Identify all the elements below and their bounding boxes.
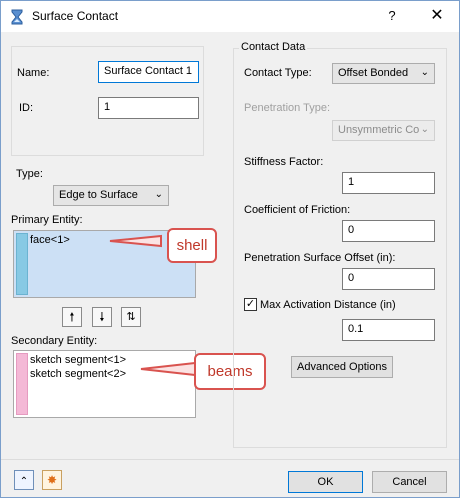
id-label: ID: xyxy=(19,102,34,114)
secondary-color-swatch xyxy=(16,353,28,415)
list-item[interactable]: sketch segment<2> xyxy=(30,367,126,381)
contact-data-title: Contact Data xyxy=(239,41,308,53)
options-button[interactable]: ✸ xyxy=(42,470,62,490)
secondary-entity-label: Secondary Entity: xyxy=(11,335,98,347)
contact-type-value: Offset Bonded xyxy=(338,67,409,79)
sunburst-icon: ✸ xyxy=(46,473,58,487)
beams-callout-arrow xyxy=(140,361,196,377)
window-title: Surface Contact xyxy=(32,9,119,23)
double-chevron-up-icon: ⌃ xyxy=(19,476,29,487)
type-select[interactable]: Edge to Surface ⌄ xyxy=(53,185,169,206)
chevron-down-icon: ⌄ xyxy=(420,67,429,78)
contact-type-label: Contact Type: xyxy=(244,67,312,79)
penetration-type-label: Penetration Type: xyxy=(244,102,331,114)
chevron-down-icon: ⌄ xyxy=(154,189,163,200)
penetration-offset-label: Penetration Surface Offset (in): xyxy=(244,252,396,264)
chevron-down-icon: ⌄ xyxy=(420,124,429,135)
close-button[interactable]: ✕ xyxy=(425,6,449,26)
name-label: Name: xyxy=(17,67,50,79)
surface-contact-dialog: Surface Contact ? ✕ Name: Surface Contac… xyxy=(0,0,460,498)
max-activation-field[interactable]: 0.1 xyxy=(342,319,435,341)
friction-field[interactable]: 0 xyxy=(342,220,435,242)
primary-entity-items: face<1> xyxy=(30,233,70,247)
secondary-entity-items: sketch segment<1> sketch segment<2> xyxy=(30,353,126,381)
shell-annotation: shell xyxy=(167,228,217,263)
shell-callout-arrow xyxy=(109,234,162,248)
max-activation-label: Max Activation Distance (in) xyxy=(260,299,396,311)
primary-entity-label: Primary Entity: xyxy=(11,214,83,226)
stiffness-factor-field[interactable]: 1 xyxy=(342,172,435,194)
id-field[interactable]: 1 xyxy=(98,97,199,119)
list-item[interactable]: face<1> xyxy=(30,233,70,247)
title-bar: Surface Contact ? ✕ xyxy=(1,1,459,32)
penetration-offset-field[interactable]: 0 xyxy=(342,268,435,290)
penetration-type-select: Unsymmetric Co ⌄ xyxy=(332,120,435,141)
checkmark-icon: ✓ xyxy=(245,298,256,310)
collapse-button[interactable]: ⌃ xyxy=(14,470,34,490)
swap-button[interactable]: ⇅ xyxy=(121,307,141,327)
max-activation-checkbox[interactable]: ✓ xyxy=(244,298,257,311)
advanced-options-button[interactable]: Advanced Options xyxy=(291,356,393,378)
help-button[interactable]: ? xyxy=(381,6,403,26)
cancel-button[interactable]: Cancel xyxy=(372,471,447,493)
move-down-button[interactable]: 🠗 xyxy=(92,307,112,327)
move-up-button[interactable]: 🠕 xyxy=(62,307,82,327)
swap-arrows-icon: ⇅ xyxy=(126,311,136,323)
friction-label: Coefficient of Friction: xyxy=(244,204,351,216)
contact-type-select[interactable]: Offset Bonded ⌄ xyxy=(332,63,435,84)
footer-separator xyxy=(1,459,459,460)
type-select-value: Edge to Surface xyxy=(59,189,138,201)
penetration-type-value: Unsymmetric Co xyxy=(338,124,420,136)
type-label: Type: xyxy=(16,168,43,180)
list-item[interactable]: sketch segment<1> xyxy=(30,353,126,367)
hourglass-app-icon xyxy=(11,9,23,25)
name-field[interactable]: Surface Contact 1 xyxy=(98,61,199,83)
arrow-up-icon: 🠕 xyxy=(69,310,75,324)
primary-color-swatch xyxy=(16,233,28,295)
stiffness-factor-label: Stiffness Factor: xyxy=(244,156,324,168)
arrow-down-icon: 🠗 xyxy=(99,310,105,324)
ok-button[interactable]: OK xyxy=(288,471,363,493)
